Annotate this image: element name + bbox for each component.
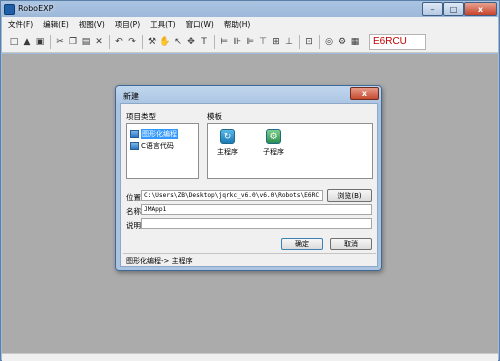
align-middle-icon[interactable]: ⊞ [270, 36, 282, 48]
menu-item-1[interactable]: 编辑(E) [43, 19, 69, 30]
menu-item-4[interactable]: 工具(T) [150, 19, 175, 30]
tool-icon[interactable]: ⚒ [146, 36, 158, 48]
new-icon[interactable]: □ [8, 36, 20, 48]
template-label: 模板 [207, 112, 222, 121]
minimize-button[interactable]: – [422, 2, 443, 16]
open-icon[interactable]: ▲ [21, 36, 33, 48]
dialog-status-text: 图形化编程-> 主程序 [126, 257, 193, 265]
menu-item-6[interactable]: 帮助(H) [224, 19, 251, 30]
toolbar: □ ▲ ▣ ✂ ❐ ▤ ✕ ↶ ↷ ⚒ ✋ ↖ ✥ T ⊨ ⊪ ⊫ ⊤ ⊞ ⊥ ⊡ ◎ ⚙ ▦ E6RCU [2, 31, 498, 53]
toolbar-separator [142, 34, 143, 49]
location-label: 位置 [126, 193, 141, 202]
copy-icon[interactable]: ❐ [67, 36, 79, 48]
robot-code-display: E6RCU [369, 33, 426, 50]
browse-button[interactable]: 浏览(B) [327, 189, 372, 202]
template-label-main: 主程序 [217, 148, 238, 156]
ok-button[interactable]: 确定 [281, 238, 323, 250]
app-icon [4, 4, 15, 15]
template-label-sub: 子程序 [263, 148, 284, 156]
menu-item-3[interactable]: 项目(P) [115, 19, 140, 30]
align-top-icon[interactable]: ⊤ [257, 36, 269, 48]
pointer-icon[interactable]: ↖ [172, 36, 184, 48]
toolbar-separator [50, 34, 51, 49]
template-list[interactable]: ↻ 主程序 ⚙ 子程序 [207, 123, 373, 179]
toolbar-separator [319, 34, 320, 49]
hand-icon[interactable]: ✋ [159, 36, 171, 48]
text-icon[interactable]: T [198, 36, 210, 48]
window-controls: – □ x [422, 2, 497, 16]
project-type-label-graphical: 图形化编程 [141, 129, 178, 139]
dialog-close-button[interactable]: x [350, 87, 379, 100]
delete-icon[interactable]: ✕ [93, 36, 105, 48]
run-icon[interactable]: ◎ [323, 36, 335, 48]
title-bar[interactable]: RoboEXP – □ x [1, 1, 499, 17]
dialog-divider [123, 253, 376, 254]
template-main-program[interactable]: ↻ 主程序 [217, 129, 238, 157]
folder-icon [130, 130, 139, 138]
toolbar-separator [299, 34, 300, 49]
sub-program-icon: ⚙ [266, 129, 281, 144]
template-sub-program[interactable]: ⚙ 子程序 [263, 129, 284, 157]
folder-icon [130, 142, 139, 150]
maximize-button[interactable]: □ [443, 2, 464, 16]
cancel-button[interactable]: 取消 [330, 238, 372, 250]
project-type-label-c-code: C语言代码 [141, 142, 174, 150]
align-right-icon[interactable]: ⊫ [244, 36, 256, 48]
align-left-icon[interactable]: ⊨ [218, 36, 230, 48]
cut-icon[interactable]: ✂ [54, 36, 66, 48]
redo-icon[interactable]: ↷ [126, 36, 138, 48]
menu-item-2[interactable]: 视图(V) [79, 19, 105, 30]
project-type-c-code[interactable]: C语言代码 [130, 141, 174, 151]
main-program-icon: ↻ [220, 129, 235, 144]
align-center-icon[interactable]: ⊪ [231, 36, 243, 48]
align-bottom-icon[interactable]: ⊥ [283, 36, 295, 48]
undo-icon[interactable]: ↶ [113, 36, 125, 48]
location-input[interactable]: C:\Users\ZB\Desktop\jqrkc_v6.0\v6.0\Robo… [141, 190, 323, 201]
menu-item-0[interactable]: 文件(F) [8, 19, 33, 30]
project-type-list[interactable]: 图形化编程 C语言代码 [126, 123, 199, 179]
settings-icon[interactable]: ▦ [349, 36, 361, 48]
project-type-graphical[interactable]: 图形化编程 [130, 129, 178, 139]
menu-item-5[interactable]: 窗口(W) [186, 19, 214, 30]
zoom-icon[interactable]: ⊡ [303, 36, 315, 48]
status-bar [2, 353, 498, 361]
description-label: 说明 [126, 221, 141, 230]
toolbar-separator [109, 34, 110, 49]
new-project-dialog: 新建 x 项目类型 模板 图形化编程 C语言代码 ↻ 主程序 ⚙ 子程序 位置 … [115, 85, 382, 271]
menu-bar: 文件(F) 编辑(E) 视图(V) 项目(P) 工具(T) 窗口(W) 帮助(H) [2, 17, 498, 31]
toolbar-separator [214, 34, 215, 49]
dialog-body: 项目类型 模板 图形化编程 C语言代码 ↻ 主程序 ⚙ 子程序 位置 C:\Us… [120, 103, 378, 267]
save-icon[interactable]: ▣ [34, 36, 46, 48]
name-label: 名称 [126, 207, 141, 216]
dialog-title: 新建 [123, 92, 139, 101]
app-title: RoboEXP [18, 4, 54, 13]
close-button[interactable]: x [464, 2, 497, 16]
paste-icon[interactable]: ▤ [80, 36, 92, 48]
robot-icon[interactable]: ⚙ [336, 36, 348, 48]
name-input[interactable]: JMApp1 [141, 204, 372, 215]
project-type-label: 项目类型 [126, 112, 156, 121]
move-icon[interactable]: ✥ [185, 36, 197, 48]
description-input[interactable] [141, 218, 372, 229]
